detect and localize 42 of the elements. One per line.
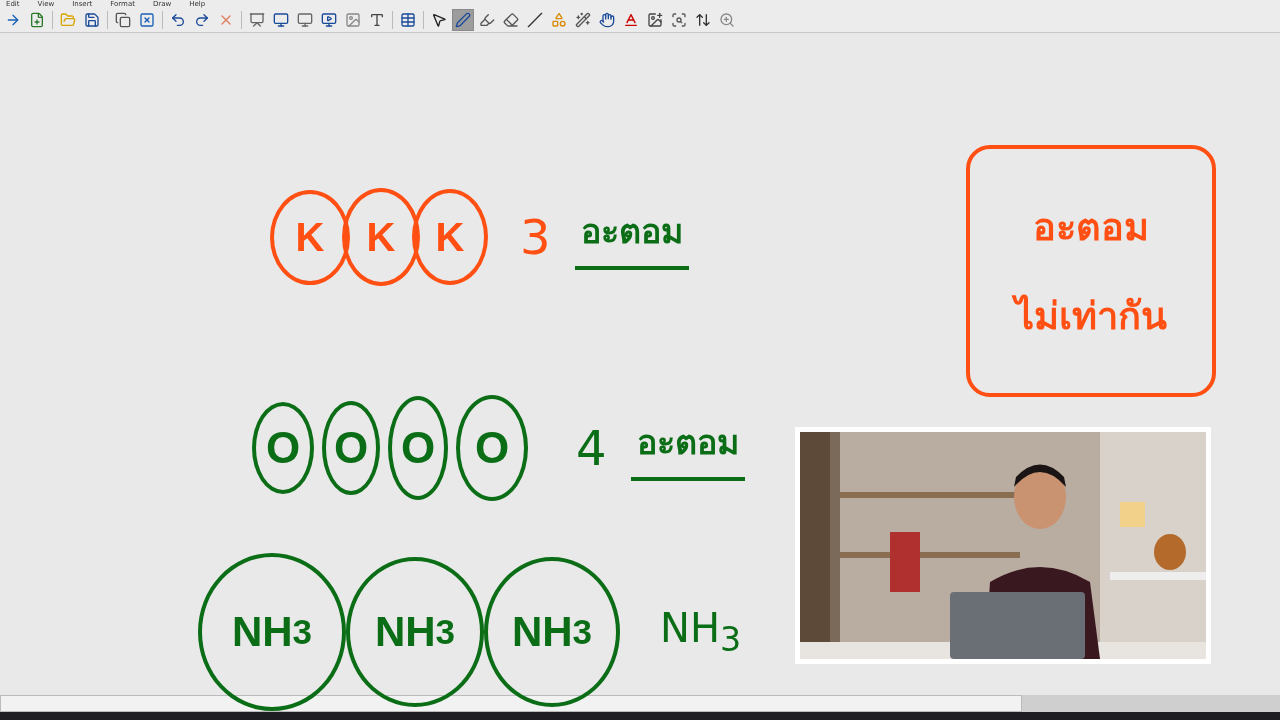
circled-atom: O: [252, 402, 314, 494]
text-color-icon: [623, 12, 639, 28]
circled-atom: O: [322, 401, 380, 495]
line-icon: [527, 12, 543, 28]
monitor-icon: [321, 12, 337, 28]
pointer-icon: [431, 12, 447, 28]
ink-label: 3: [520, 209, 551, 265]
underlined-word: อะตอม: [574, 204, 689, 270]
underlined-word: อะตอม: [630, 415, 745, 481]
text-icon: [369, 12, 385, 28]
save-icon: [84, 12, 100, 28]
close-icon: [139, 12, 155, 28]
circled-atom: O: [388, 396, 448, 500]
ink-label: 4: [576, 420, 607, 476]
note-text: อะตอม: [1033, 204, 1149, 251]
pen-icon: [455, 12, 471, 28]
monitor-icon: [273, 12, 289, 28]
hand-icon: [599, 12, 615, 28]
copy-icon: [115, 12, 131, 28]
image-icon: [345, 12, 361, 28]
circled-atom: K: [412, 189, 488, 285]
table-icon: [400, 12, 416, 28]
resize-icon: [695, 12, 711, 28]
circled-atom: K: [270, 189, 350, 285]
wand-icon: [575, 12, 591, 28]
highlighter-icon: [479, 12, 495, 28]
scrollbar-thumb[interactable]: [0, 695, 1022, 712]
folder-icon: [60, 12, 76, 28]
search-icon: [671, 12, 687, 28]
screen-icon: [249, 12, 265, 28]
monitor-icon: [297, 12, 313, 28]
circled-atom: O: [456, 395, 528, 501]
image-icon: [647, 12, 663, 28]
eraser-icon: [503, 12, 519, 28]
ink-label: NH$_{3}$: [660, 605, 742, 659]
arrow-right-icon: [5, 12, 21, 28]
undo-icon: [170, 12, 186, 28]
zoom-icon: [719, 12, 735, 28]
new-file-icon: [29, 12, 45, 28]
circled-atom: K: [342, 188, 420, 286]
shapes-icon: [551, 12, 567, 28]
redo-icon: [194, 12, 210, 28]
